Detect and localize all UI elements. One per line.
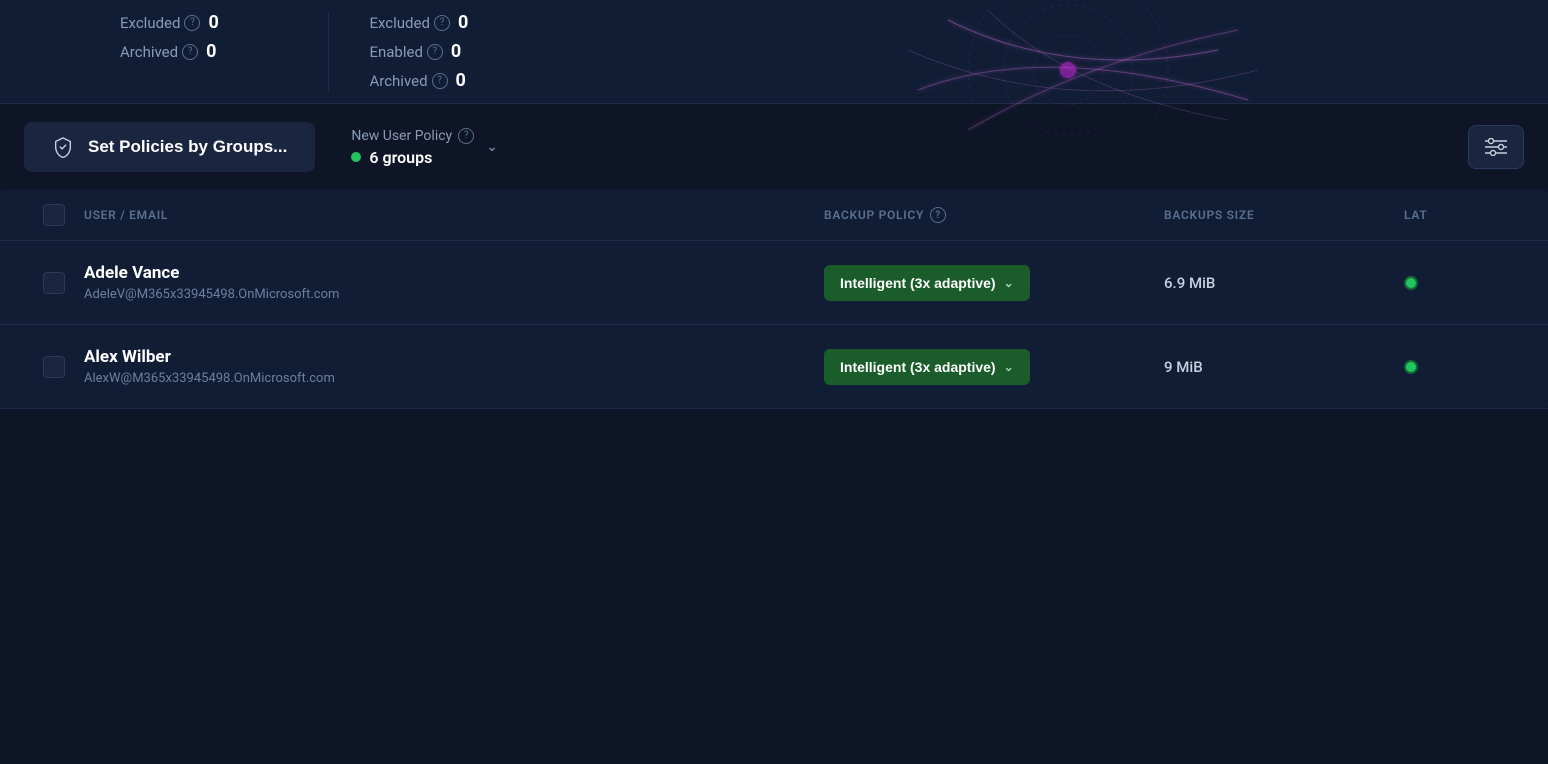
select-all-col: [24, 204, 84, 226]
nup-groups: 6 groups: [351, 148, 474, 167]
policy-chevron-icon-1: ⌄: [1004, 276, 1014, 290]
excluded-help-icon-1[interactable]: ?: [184, 15, 200, 31]
users-table: USER / EMAIL BACKUP POLICY ? BACKUPS SIZ…: [0, 190, 1548, 409]
size-col-2: 9 MiB: [1164, 357, 1404, 376]
policy-col-1: Intelligent (3x adaptive) ⌄: [824, 265, 1164, 301]
excluded-stat-1: Excluded ? 0: [120, 12, 228, 33]
archived-value-1: 0: [206, 41, 226, 62]
groups-count-label: 6 groups: [369, 148, 432, 167]
user-email-col-header: USER / EMAIL: [84, 208, 824, 222]
nup-info: New User Policy ? 6 groups: [351, 128, 474, 167]
policy-label-2: Intelligent (3x adaptive): [840, 359, 996, 375]
enabled-label: Enabled ?: [369, 43, 442, 61]
row-2-checkbox[interactable]: [43, 356, 65, 378]
excluded-label-2: Excluded ?: [369, 14, 449, 32]
user-email-header-label: USER / EMAIL: [84, 208, 168, 222]
filter-icon: [1485, 138, 1507, 156]
stats-bar: Excluded ? 0 Archived ? 0 Excluded ? 0 E…: [0, 0, 1548, 104]
latest-col-header: LAT: [1404, 208, 1524, 222]
user-info-1: Adele Vance AdeleV@M365x33945498.OnMicro…: [84, 263, 824, 302]
excluded-stat-2: Excluded ? 0: [369, 12, 477, 33]
nup-chevron-icon[interactable]: ⌄: [486, 139, 498, 155]
nup-title: New User Policy ?: [351, 128, 474, 144]
policy-dropdown-2[interactable]: Intelligent (3x adaptive) ⌄: [824, 349, 1030, 385]
user-email-2: AlexW@M365x33945498.OnMicrosoft.com: [84, 371, 824, 386]
backup-policy-help-icon[interactable]: ?: [930, 207, 946, 223]
backup-size-2: 9 MiB: [1164, 358, 1203, 376]
archived-stat-2: Archived ? 0: [369, 70, 477, 91]
backups-size-header-label: BACKUPS SIZE: [1164, 208, 1254, 222]
enabled-value: 0: [451, 41, 471, 62]
status-dot-2: [1404, 360, 1418, 374]
user-name-2: Alex Wilber: [84, 347, 824, 367]
shield-icon: [52, 136, 74, 158]
archived-help-icon-1[interactable]: ?: [182, 44, 198, 60]
backup-policy-header-label: BACKUP POLICY: [824, 208, 924, 222]
stats-divider: [328, 12, 329, 91]
select-all-checkbox[interactable]: [43, 204, 65, 226]
latest-header-label: LAT: [1404, 208, 1427, 222]
new-user-policy-label: New User Policy: [351, 128, 452, 144]
groups-status-dot: [351, 152, 361, 162]
nup-help-icon[interactable]: ?: [458, 128, 474, 144]
excluded-value-1: 0: [208, 12, 228, 33]
policy-bar: Set Policies by Groups... New User Polic…: [0, 104, 1548, 190]
size-col-1: 6.9 MiB: [1164, 273, 1404, 292]
archived-label-1: Archived ?: [120, 43, 198, 61]
network-visualization: [868, 0, 1268, 140]
archived-value-2: 0: [456, 70, 476, 91]
excluded-label-1: Excluded ?: [120, 14, 200, 32]
backup-policy-col-header: BACKUP POLICY ?: [824, 207, 1164, 223]
table-header: USER / EMAIL BACKUP POLICY ? BACKUPS SIZ…: [0, 190, 1548, 241]
user-email-1: AdeleV@M365x33945498.OnMicrosoft.com: [84, 287, 824, 302]
policy-dropdown-1[interactable]: Intelligent (3x adaptive) ⌄: [824, 265, 1030, 301]
backup-size-1: 6.9 MiB: [1164, 274, 1215, 292]
new-user-policy-section: New User Policy ? 6 groups ⌄: [351, 128, 498, 167]
table-row: Alex Wilber AlexW@M365x33945498.OnMicros…: [0, 325, 1548, 409]
status-col-2: [1404, 360, 1524, 374]
enabled-stat: Enabled ? 0: [369, 41, 477, 62]
policy-label-1: Intelligent (3x adaptive): [840, 275, 996, 291]
status-col-1: [1404, 276, 1524, 290]
policy-chevron-icon-2: ⌄: [1004, 360, 1014, 374]
user-info-2: Alex Wilber AlexW@M365x33945498.OnMicros…: [84, 347, 824, 386]
row-1-checkbox[interactable]: [43, 272, 65, 294]
status-dot-1: [1404, 276, 1418, 290]
enabled-help-icon[interactable]: ?: [427, 44, 443, 60]
archived-label-2: Archived ?: [369, 72, 447, 90]
user-name-1: Adele Vance: [84, 263, 824, 283]
set-policies-button[interactable]: Set Policies by Groups...: [24, 122, 315, 172]
archived-stat-1: Archived ? 0: [120, 41, 228, 62]
excluded-help-icon-2[interactable]: ?: [434, 15, 450, 31]
filter-button[interactable]: [1468, 125, 1524, 169]
backups-size-col-header: BACKUPS SIZE: [1164, 208, 1404, 222]
archived-help-icon-2[interactable]: ?: [432, 73, 448, 89]
stats-col-2: Excluded ? 0 Enabled ? 0 Archived ? 0: [369, 12, 537, 91]
policy-col-2: Intelligent (3x adaptive) ⌄: [824, 349, 1164, 385]
row-checkbox-col-2: [24, 356, 84, 378]
table-row: Adele Vance AdeleV@M365x33945498.OnMicro…: [0, 241, 1548, 325]
stats-col-1: Excluded ? 0 Archived ? 0: [120, 12, 288, 91]
excluded-value-2: 0: [458, 12, 478, 33]
set-policies-label: Set Policies by Groups...: [88, 137, 287, 157]
row-checkbox-col-1: [24, 272, 84, 294]
